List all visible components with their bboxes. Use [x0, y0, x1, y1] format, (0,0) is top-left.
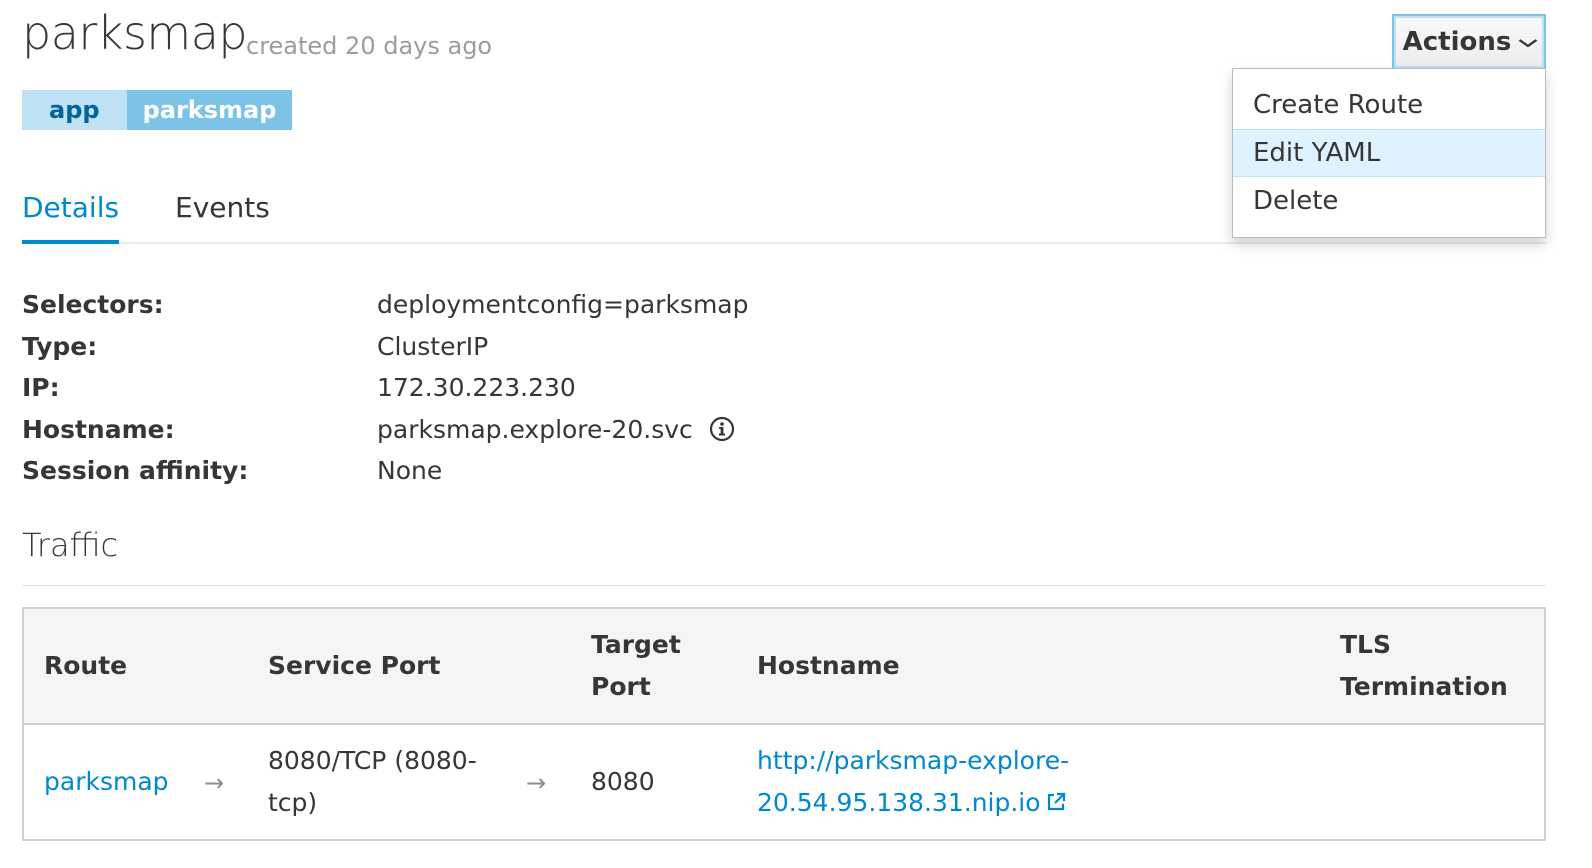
menu-item-edit-yaml[interactable]: Edit YAML [1233, 129, 1545, 177]
session-affinity-value: None [377, 456, 443, 486]
info-icon[interactable] [709, 416, 735, 442]
hostname-value: parksmap.explore-20.svc [377, 414, 693, 444]
divider [22, 585, 1546, 586]
column-header-target-port-line2: Port [591, 672, 651, 701]
details-list: Selectors: deploymentconfig=parksmap Typ… [22, 284, 749, 492]
actions-menu: Create Route Edit YAML Delete [1232, 68, 1546, 238]
service-port-line2: tcp) [268, 788, 318, 817]
column-header-tls-line1: TLS [1340, 630, 1391, 659]
type-value: ClusterIP [377, 331, 489, 361]
selectors-value: deploymentconfig=parksmap [377, 290, 749, 320]
table-header: Route Service Port Target Port Hostname … [24, 609, 1544, 725]
traffic-heading: Traffic [22, 526, 119, 564]
actions-button-label: Actions [1402, 27, 1512, 57]
target-port-value: 8080 [591, 767, 655, 796]
arrow-right-icon: → [526, 769, 547, 797]
detail-row-hostname: Hostname: parksmap.explore-20.svc [22, 409, 749, 451]
tab-events[interactable]: Events [175, 188, 270, 228]
ip-label: IP: [22, 373, 60, 403]
session-affinity-label: Session affinity: [22, 456, 249, 486]
column-header-tls-line2: Termination [1340, 672, 1508, 701]
route-link[interactable]: parksmap [44, 761, 169, 803]
menu-item-delete[interactable]: Delete [1233, 177, 1545, 225]
label-key[interactable]: app [22, 90, 127, 130]
hostname-value-wrap: parksmap.explore-20.svc [377, 415, 735, 444]
detail-row-session-affinity: Session affinity: None [22, 450, 749, 492]
traffic-table: Route Service Port Target Port Hostname … [22, 607, 1546, 841]
column-header-service-port: Service Port [268, 651, 441, 680]
service-port-line1: 8080/TCP (8080- [268, 746, 477, 775]
hostname-link-line1[interactable]: http://parksmap-explore- [757, 740, 1069, 782]
selectors-label: Selectors: [22, 290, 164, 320]
external-link-icon[interactable] [1045, 784, 1067, 811]
detail-row-ip: IP: 172.30.223.230 [22, 367, 749, 409]
tab-details[interactable]: Details [22, 188, 120, 244]
hostname-link-line2-wrap[interactable]: 20.54.95.138.31.nip.io [757, 782, 1067, 824]
hostname-label: Hostname: [22, 414, 175, 444]
column-header-target-port-line1: Target [591, 630, 681, 659]
page-title: parksmap [22, 6, 248, 60]
ip-value: 172.30.223.230 [377, 373, 576, 403]
detail-row-selectors: Selectors: deploymentconfig=parksmap [22, 284, 749, 326]
detail-row-type: Type: ClusterIP [22, 326, 749, 368]
menu-item-create-route[interactable]: Create Route [1233, 81, 1545, 129]
created-timestamp: created 20 days ago [246, 32, 493, 60]
label-value[interactable]: parksmap [126, 90, 293, 130]
arrow-right-icon: → [204, 769, 225, 797]
label-chip[interactable]: app parksmap [22, 90, 293, 130]
actions-button[interactable]: Actions [1392, 14, 1546, 70]
column-header-hostname: Hostname [757, 651, 900, 680]
type-label: Type: [22, 331, 98, 361]
chevron-down-icon [1518, 33, 1539, 52]
column-header-route: Route [44, 651, 128, 680]
hostname-link-line2[interactable]: 20.54.95.138.31.nip.io [757, 788, 1041, 817]
